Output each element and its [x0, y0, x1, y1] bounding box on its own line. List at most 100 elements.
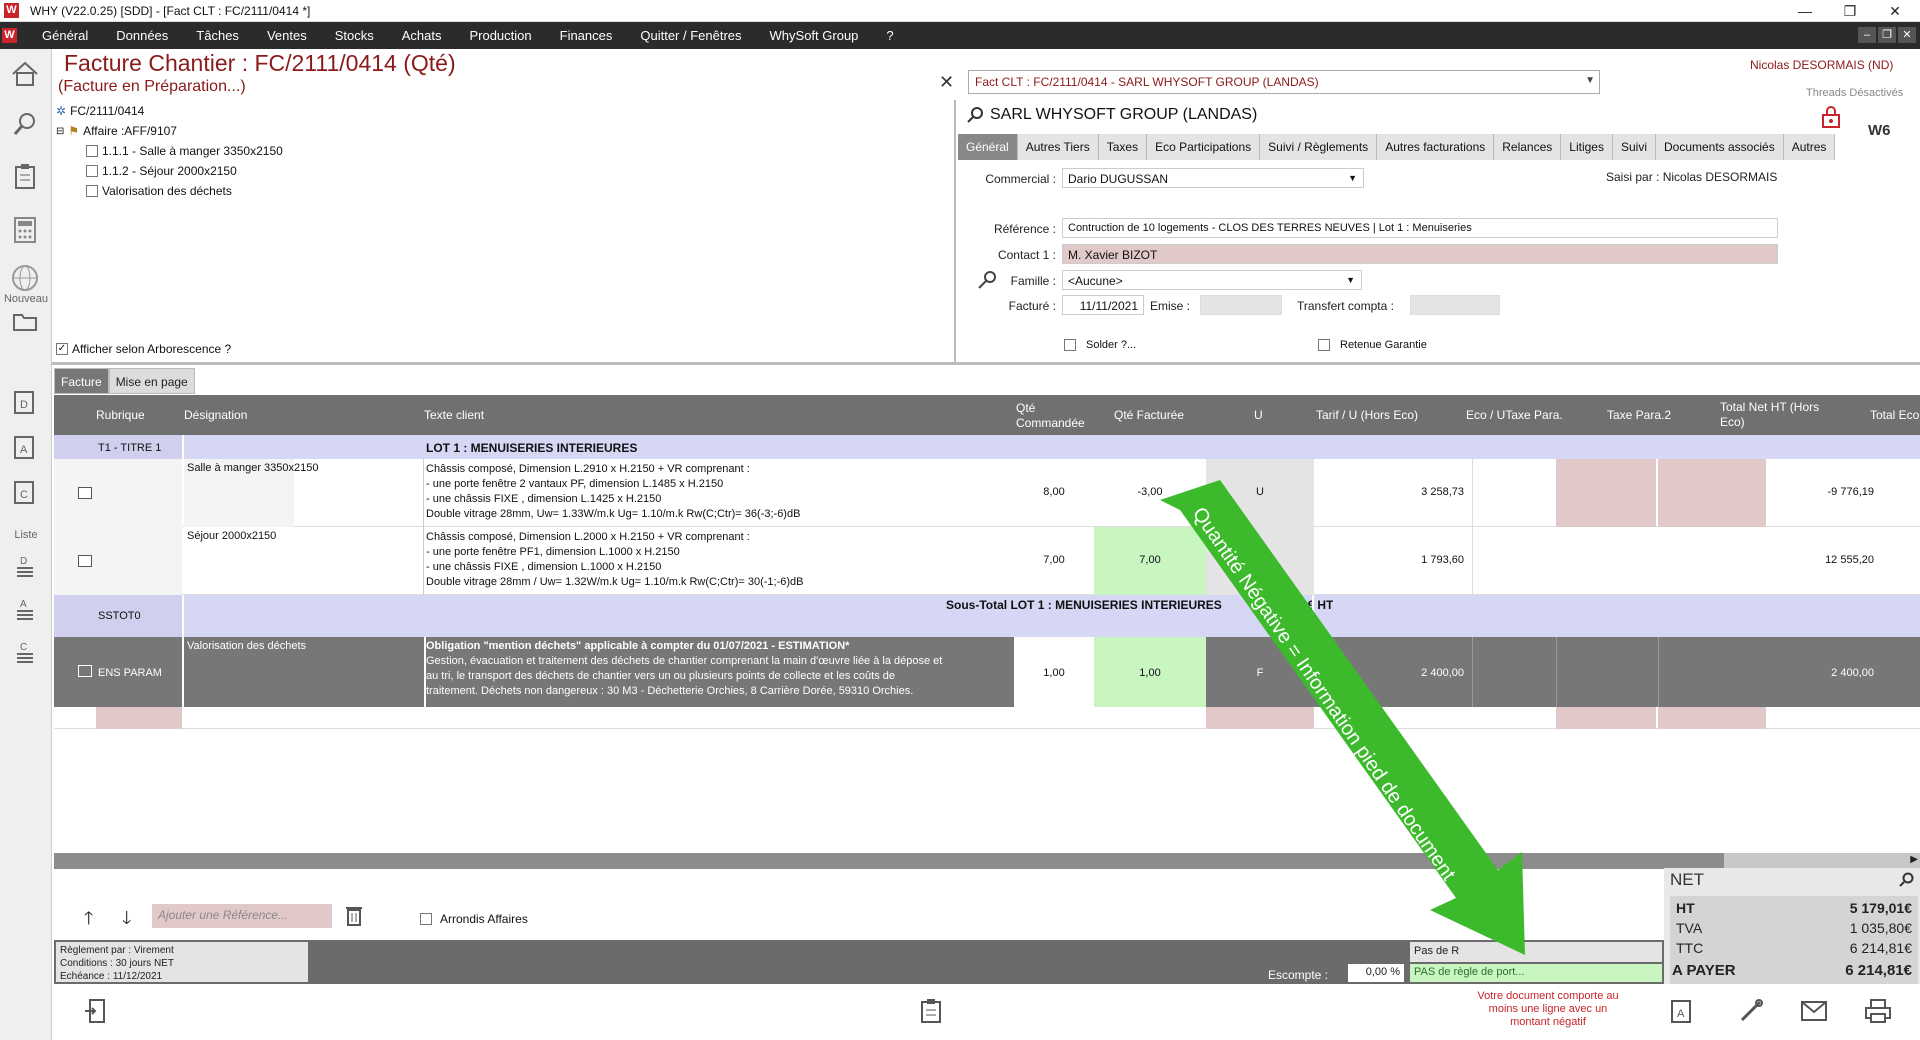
collapse-icon[interactable]: ⊟	[56, 126, 64, 137]
horizontal-scrollbar[interactable]: ▶	[54, 853, 1920, 869]
tree-affaire[interactable]: ⊟ ⚑ Affaire :AFF/9107	[56, 124, 177, 138]
table-row[interactable]: ENS PARAM Valorisation des déchets Oblig…	[54, 637, 1920, 707]
menu-item[interactable]: Production	[455, 22, 545, 49]
new-row-unit[interactable]	[1206, 707, 1314, 729]
table-row[interactable]: Séjour 2000x2150 Châssis composé, Dimens…	[54, 527, 1920, 595]
search-icon[interactable]	[966, 106, 984, 127]
col-eco-taxe[interactable]: Eco / UTaxe Para.	[1466, 408, 1563, 422]
tree-root[interactable]: ✲ FC/2111/0414	[56, 104, 144, 118]
facture-date[interactable]: 11/11/2021	[1062, 295, 1144, 315]
eco-cell[interactable]	[1472, 459, 1556, 527]
col-taxe-para2[interactable]: Taxe Para.2	[1607, 408, 1671, 422]
document-a-icon[interactable]: A	[1670, 998, 1694, 1027]
mail-icon[interactable]	[1800, 1000, 1828, 1025]
folder-icon[interactable]	[8, 304, 42, 338]
menu-item[interactable]: Tâches	[182, 22, 253, 49]
qte-facturee[interactable]: -3,00	[1094, 459, 1206, 527]
trash-icon[interactable]	[344, 904, 364, 929]
menu-item[interactable]: Données	[102, 22, 182, 49]
calculator-icon[interactable]	[8, 213, 42, 247]
table-row[interactable]: Salle à manger 3350x2150 Châssis composé…	[54, 459, 1920, 527]
new-row-rubrique[interactable]	[96, 707, 182, 729]
unite[interactable]: U	[1206, 527, 1314, 595]
commercial-select[interactable]: Dario DUGUSSAN ▼	[1062, 168, 1364, 188]
qte-commandee[interactable]: 1,00	[1014, 637, 1094, 707]
menu-item[interactable]: WhySoft Group	[756, 22, 873, 49]
list-a-icon[interactable]: A	[8, 592, 42, 626]
table-row-subtotal[interactable]: SSTOT0 Sous-Total LOT 1 : MENUISERIES IN…	[54, 595, 1920, 637]
new-row-taxe[interactable]	[1556, 707, 1656, 729]
add-reference-input[interactable]: Ajouter une Référence...	[152, 904, 332, 928]
tree-item-checkbox[interactable]	[86, 145, 98, 157]
emise-field[interactable]	[1200, 295, 1282, 315]
arrondis-checkbox[interactable]	[420, 913, 432, 925]
show-tree-option[interactable]: ✓ Afficher selon Arborescence ?	[56, 342, 231, 356]
search-icon[interactable]	[8, 107, 42, 141]
unite[interactable]: U	[1206, 459, 1314, 527]
print-icon[interactable]	[1864, 998, 1892, 1027]
tab-10[interactable]: Autres	[1783, 134, 1836, 160]
move-up-icon[interactable]: 🡑	[84, 906, 93, 936]
minimize-button[interactable]: —	[1785, 2, 1825, 20]
list-c-icon[interactable]: C	[8, 635, 42, 669]
tab-6[interactable]: Relances	[1494, 134, 1562, 160]
mdi-close-button[interactable]: ✕	[1898, 27, 1916, 43]
row-checkbox[interactable]	[78, 665, 92, 677]
col-qte-facturee[interactable]: Qté Facturée	[1114, 408, 1184, 422]
new-document-d-icon[interactable]: D	[8, 385, 42, 419]
lock-icon[interactable]	[1820, 105, 1842, 132]
menu-item[interactable]: ?	[872, 22, 907, 49]
exit-icon[interactable]	[84, 998, 106, 1027]
close-window-button[interactable]: ✕	[1875, 2, 1915, 20]
close-icon[interactable]: ✕	[939, 72, 954, 93]
row-checkbox[interactable]	[78, 487, 92, 499]
col-total-eco[interactable]: Total Eco	[1870, 408, 1919, 422]
unite[interactable]: F	[1206, 637, 1314, 707]
retenue-checkbox[interactable]	[1318, 339, 1330, 351]
qte-facturee[interactable]: 7,00	[1094, 527, 1206, 595]
arrondis-option[interactable]: Arrondis Affaires	[420, 912, 528, 926]
col-unite[interactable]: U	[1254, 408, 1263, 422]
tools-icon[interactable]	[1738, 998, 1764, 1027]
tarif[interactable]: 2 400,00	[1314, 637, 1472, 707]
reference-field[interactable]: Contruction de 10 logements - CLOS DES T…	[1062, 218, 1778, 238]
tab-1[interactable]: Autres Tiers	[1017, 134, 1099, 160]
col-total-net[interactable]: Total Net HT (Hors Eco)	[1720, 400, 1830, 430]
retenue-option[interactable]: Retenue Garantie	[1318, 339, 1427, 351]
move-down-icon[interactable]: 🡓	[122, 906, 131, 936]
restore-button[interactable]: ❐	[1830, 2, 1870, 20]
port-rule[interactable]: PAS de règle de port...	[1410, 964, 1662, 982]
scroll-right-icon[interactable]: ▶	[1910, 854, 1918, 865]
menu-item[interactable]: Général	[28, 22, 102, 49]
tab-2[interactable]: Taxes	[1098, 134, 1148, 160]
row-checkbox[interactable]	[78, 555, 92, 567]
tab-9[interactable]: Documents associés	[1655, 134, 1784, 160]
solder-option[interactable]: Solder ?...	[1064, 339, 1136, 351]
tab-facture[interactable]: Facture	[54, 368, 109, 394]
menu-item[interactable]: Achats	[388, 22, 456, 49]
menu-item[interactable]: Quitter / Fenêtres	[626, 22, 755, 49]
tab-7[interactable]: Litiges	[1561, 134, 1613, 160]
qte-facturee[interactable]: 1,00	[1094, 637, 1206, 707]
col-qte-commandee[interactable]: Qté Commandée	[1016, 401, 1096, 431]
new-row-taxe2[interactable]	[1658, 707, 1766, 729]
globe-icon[interactable]	[8, 261, 42, 295]
menu-item[interactable]: Finances	[546, 22, 627, 49]
tab-mise-en-page[interactable]: Mise en page	[108, 368, 195, 394]
tab-0[interactable]: Général	[958, 134, 1018, 160]
taxe-para2-cell[interactable]	[1658, 459, 1766, 527]
list-d-icon[interactable]: D	[8, 549, 42, 583]
table-row-title[interactable]: T1 - TITRE 1 LOT 1 : MENUISERIES INTERIE…	[54, 435, 1920, 459]
table-row-new[interactable]	[54, 707, 1920, 729]
search-icon[interactable]	[1898, 872, 1914, 891]
tree-item[interactable]: 1.1.2 - Séjour 2000x2150	[86, 164, 237, 178]
escompte-field[interactable]: 0,00 %	[1348, 964, 1404, 982]
splitter[interactable]	[52, 362, 1920, 365]
col-rubrique[interactable]: Rubrique	[96, 408, 145, 422]
tab-3[interactable]: Eco Participations	[1147, 134, 1261, 160]
qte-commandee[interactable]: 7,00	[1014, 554, 1094, 566]
solder-checkbox[interactable]	[1064, 339, 1076, 351]
new-document-a-icon[interactable]: A	[8, 430, 42, 464]
new-document-c-icon[interactable]: C	[8, 475, 42, 509]
tab-5[interactable]: Autres facturations	[1377, 134, 1495, 160]
